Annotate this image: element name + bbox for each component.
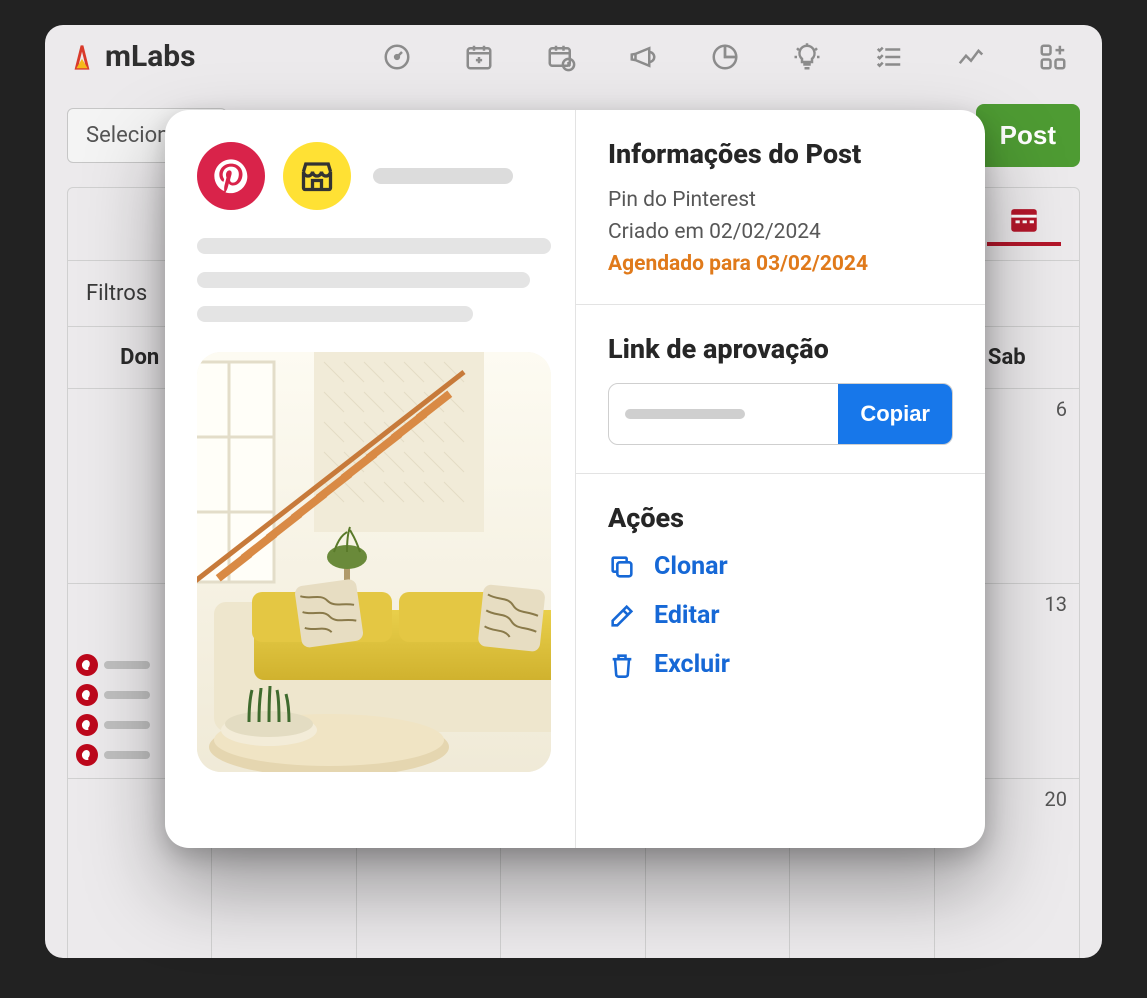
megaphone-icon[interactable] xyxy=(626,40,660,74)
clone-icon xyxy=(608,553,636,581)
event-pin[interactable] xyxy=(76,684,150,706)
event-pin[interactable] xyxy=(76,654,150,676)
lightbulb-icon[interactable] xyxy=(790,40,824,74)
text-line xyxy=(197,238,551,254)
brand-name: mLabs xyxy=(105,39,196,74)
post-text-placeholder xyxy=(197,238,551,322)
cell-number: 13 xyxy=(1045,592,1067,616)
shop-icon xyxy=(283,142,351,210)
section-actions: Ações Clonar Editar Excluir xyxy=(576,474,985,707)
info-title: Informações do Post xyxy=(608,138,953,170)
edit-icon xyxy=(608,602,636,630)
url-placeholder xyxy=(625,409,745,419)
actions-title: Ações xyxy=(608,502,953,534)
calendar-plus-icon[interactable] xyxy=(462,40,496,74)
calendar-clock-icon[interactable] xyxy=(544,40,578,74)
delete-label: Excluir xyxy=(654,650,730,679)
top-nav xyxy=(380,40,1070,74)
calendar-view-active[interactable] xyxy=(987,202,1061,246)
approval-url-field[interactable] xyxy=(609,384,838,444)
section-approval: Link de aprovação Copiar xyxy=(576,305,985,474)
modal-preview-pane xyxy=(165,110,575,848)
brand-logo: mLabs xyxy=(67,39,196,74)
brand-icon xyxy=(67,42,97,72)
edit-label: Editar xyxy=(654,601,720,630)
post-type: Pin do Pinterest xyxy=(608,188,953,212)
edit-action[interactable]: Editar xyxy=(608,601,953,630)
pinterest-icon xyxy=(197,142,265,210)
cell-events xyxy=(76,654,150,766)
post-detail-modal: Informações do Post Pin do Pinterest Cri… xyxy=(165,110,985,848)
text-line xyxy=(197,306,473,322)
apps-plus-icon[interactable] xyxy=(1036,40,1070,74)
modal-info-pane: Informações do Post Pin do Pinterest Cri… xyxy=(575,110,985,848)
cell-number: 6 xyxy=(1056,397,1067,421)
copy-link-button[interactable]: Copiar xyxy=(838,384,952,444)
scheduled-date: Agendado para 03/02/2024 xyxy=(608,252,953,276)
cell-number: 20 xyxy=(1045,787,1067,811)
section-info: Informações do Post Pin do Pinterest Cri… xyxy=(576,110,985,305)
clone-action[interactable]: Clonar xyxy=(608,552,953,581)
delete-action[interactable]: Excluir xyxy=(608,650,953,679)
text-line xyxy=(197,272,530,288)
event-pin[interactable] xyxy=(76,744,150,766)
account-name-placeholder xyxy=(373,168,513,184)
clone-label: Clonar xyxy=(654,552,728,581)
created-date: Criado em 02/02/2024 xyxy=(608,220,953,244)
delete-icon xyxy=(608,651,636,679)
approval-title: Link de aprovação xyxy=(608,333,953,365)
checklist-icon[interactable] xyxy=(872,40,906,74)
actions-list: Clonar Editar Excluir xyxy=(608,552,953,679)
create-post-button[interactable]: Post xyxy=(976,104,1080,167)
post-accounts xyxy=(197,142,551,210)
pie-chart-icon[interactable] xyxy=(708,40,742,74)
approval-link-row: Copiar xyxy=(608,383,953,445)
top-bar: mLabs xyxy=(45,25,1102,84)
post-image-preview xyxy=(197,352,551,772)
event-pin[interactable] xyxy=(76,714,150,736)
gauge-icon[interactable] xyxy=(380,40,414,74)
trend-icon[interactable] xyxy=(954,40,988,74)
